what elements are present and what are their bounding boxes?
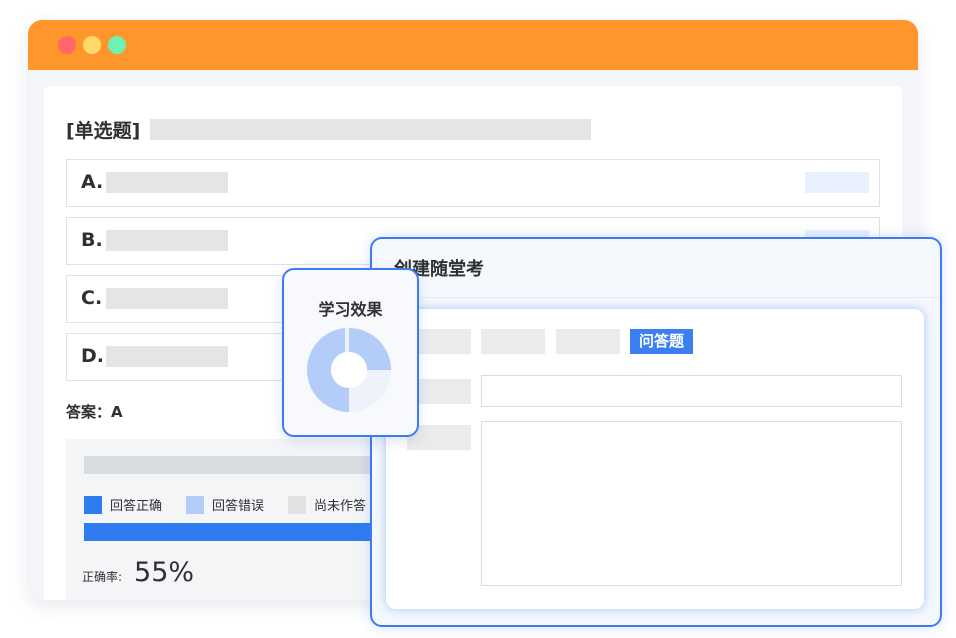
question-type-tab-2[interactable]: [481, 329, 545, 354]
learning-effect-title: 学习效果: [318, 300, 383, 319]
maximize-window-button[interactable]: [108, 36, 126, 54]
option-text-placeholder: [106, 230, 228, 251]
legend-label: 回答错误: [212, 499, 265, 514]
donut-hole: [331, 352, 367, 388]
question-content-textarea[interactable]: [481, 421, 902, 586]
close-window-button[interactable]: [58, 36, 76, 54]
option-text-placeholder: [106, 346, 228, 367]
question-header: [单选题]: [66, 116, 592, 143]
correct-answer-tag: [805, 172, 869, 193]
minimize-window-button[interactable]: [83, 36, 101, 54]
accuracy-value: 55%: [134, 557, 195, 588]
learning-effect-card[interactable]: 学习效果: [282, 268, 419, 437]
accuracy-rate: 正确率: 55%: [82, 557, 194, 588]
tab-essay-question[interactable]: 问答题: [630, 329, 694, 354]
legend-swatch-wrong: [186, 495, 205, 514]
legend-label: 尚未作答: [314, 499, 367, 514]
legend-wrong: 回答错误: [186, 495, 264, 514]
question-type-tab-3[interactable]: [556, 329, 620, 354]
option-letter: B.: [81, 229, 103, 251]
accuracy-progress-bar: [84, 523, 406, 541]
stats-legend: 回答正确 回答错误 尚未作答: [84, 495, 390, 514]
legend-unanswered: 尚未作答: [288, 495, 366, 514]
question-title-placeholder: [150, 119, 592, 140]
option-a[interactable]: A.: [66, 159, 880, 207]
donut-chart-icon: [307, 328, 391, 412]
legend-correct: 回答正确: [84, 495, 162, 514]
dialog-divider: [372, 297, 940, 298]
answer-stats: 回答正确 回答错误 尚未作答 正确率: 55%: [66, 439, 406, 600]
option-letter: C.: [81, 287, 103, 309]
legend-swatch-correct: [84, 495, 102, 514]
question-type-label: [单选题]: [66, 120, 141, 142]
question-title-input[interactable]: [481, 375, 902, 407]
accuracy-label: 正确率:: [82, 570, 123, 584]
option-text-placeholder: [106, 172, 228, 193]
legend-swatch-unanswered: [288, 495, 307, 514]
option-letter: A.: [81, 171, 104, 193]
dialog-body: 问答题: [386, 309, 924, 609]
stats-title-placeholder: [84, 456, 384, 474]
legend-label: 回答正确: [110, 499, 163, 514]
option-letter: D.: [81, 345, 104, 367]
option-text-placeholder: [106, 288, 228, 309]
create-quiz-dialog: 创建随堂考 问答题: [370, 237, 942, 627]
window-titlebar: [28, 20, 918, 70]
answer-label: 答案：A: [66, 403, 123, 421]
